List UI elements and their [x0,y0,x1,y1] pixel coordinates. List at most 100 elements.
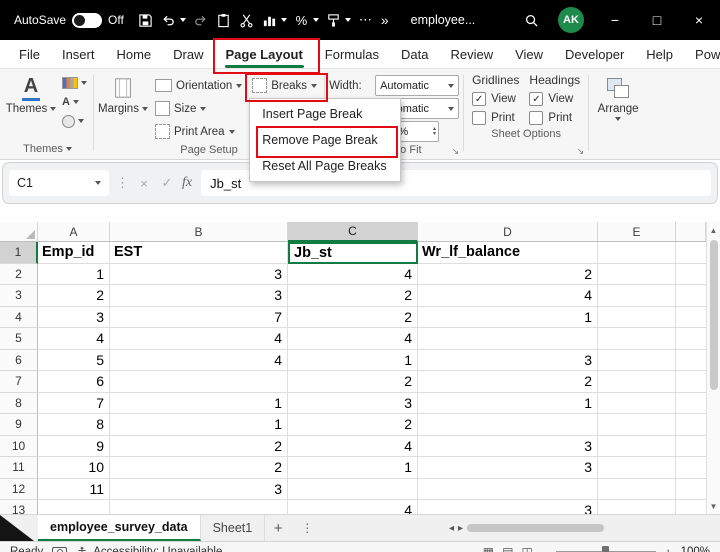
headings-view-checkbox[interactable]: ✓ View [529,91,580,107]
row-header-8[interactable]: 8 [0,392,38,414]
theme-colors-button[interactable] [60,75,89,91]
row-header-5[interactable]: 5 [0,328,38,350]
menu-item-remove-page-break[interactable]: Remove Page Break [250,127,400,153]
row-header-11[interactable]: 11 [0,457,38,479]
chart-icon[interactable] [258,7,281,33]
cell-E9[interactable] [598,414,676,436]
menu-item-insert-page-break[interactable]: Insert Page Break [250,101,400,127]
row-header-9[interactable]: 9 [0,414,38,436]
enter-icon[interactable]: ✓ [159,175,175,191]
cell-C3[interactable]: 2 [288,285,418,307]
maximize-button[interactable]: □ [636,0,678,40]
zoom-level[interactable]: 100% [680,546,710,552]
row-header-2[interactable]: 2 [0,263,38,285]
orientation-button[interactable]: Orientation [152,75,245,96]
cell-A7[interactable]: 6 [38,371,110,393]
headings-print-checkbox[interactable]: Print [529,110,580,126]
cell-D7[interactable]: 2 [418,371,598,393]
column-header-C[interactable]: C [288,222,418,242]
row-header-3[interactable]: 3 [0,285,38,307]
ribbon-tab-formulas[interactable]: Formulas [314,40,390,68]
width-dropdown[interactable]: Automatic [375,75,460,96]
row-header-10[interactable]: 10 [0,435,38,457]
autosave-switch[interactable] [72,12,103,28]
cell-D9[interactable] [418,414,598,436]
ribbon-tab-developer[interactable]: Developer [554,40,635,68]
cell-B2[interactable]: 3 [110,263,288,285]
cell-D11[interactable]: 3 [418,457,598,479]
menu-item-reset-all-page-breaks[interactable]: Reset All Page Breaks [250,153,400,179]
autosave-toggle[interactable]: AutoSave Off [14,12,124,28]
cell-D3[interactable]: 4 [418,285,598,307]
redo-icon[interactable] [189,7,212,33]
tab-overflow-icon[interactable]: ⋮ [301,515,313,541]
ribbon-tab-page-layout[interactable]: Page Layout [215,40,314,68]
cell-E2[interactable] [598,263,676,285]
cell-D4[interactable]: 1 [418,306,598,328]
cell-D1[interactable]: Wr_lf_balance [418,242,598,264]
cell-E4[interactable] [598,306,676,328]
breaks-button[interactable]: Breaks [249,75,320,96]
sheet-tab-sheet1[interactable]: Sheet1 [200,515,266,541]
select-all-corner[interactable] [0,222,38,242]
cell-D12[interactable] [418,478,598,500]
cell-B9[interactable]: 1 [110,414,288,436]
cell-C2[interactable]: 4 [288,263,418,285]
ribbon-tab-review[interactable]: Review [439,40,504,68]
cell-A11[interactable]: 10 [38,457,110,479]
chevron-down-icon[interactable] [344,18,351,22]
minimize-button[interactable]: − [594,0,636,40]
cell-B10[interactable]: 2 [110,435,288,457]
scroll-left-icon[interactable]: ◂ [449,523,454,534]
cell-E3[interactable] [598,285,676,307]
scroll-down-icon[interactable]: ▼ [710,498,718,514]
vertical-scrollbar[interactable]: ▲ ▼ [706,222,720,514]
cell-C4[interactable]: 2 [288,306,418,328]
cell-C6[interactable]: 1 [288,349,418,371]
cell-D2[interactable]: 2 [418,263,598,285]
cell-D8[interactable]: 1 [418,392,598,414]
more-commands-icon[interactable]: » [381,12,389,28]
cell-C12[interactable] [288,478,418,500]
ribbon-tab-insert[interactable]: Insert [51,40,106,68]
cell-B3[interactable]: 3 [110,285,288,307]
horizontal-scroll-thumb[interactable] [467,524,605,532]
cell-E7[interactable] [598,371,676,393]
horizontal-scrollbar[interactable]: ◂ ▸ [449,515,720,541]
cell-C11[interactable]: 1 [288,457,418,479]
cell-E12[interactable] [598,478,676,500]
cell-A12[interactable]: 11 [38,478,110,500]
column-header-A[interactable]: A [38,222,110,242]
cell-E11[interactable] [598,457,676,479]
column-header-B[interactable]: B [110,222,288,242]
themes-button[interactable]: A Themes [6,71,57,141]
more-commands-icon[interactable]: ⋯ [354,7,377,33]
scroll-up-icon[interactable]: ▲ [710,222,718,238]
page-layout-view-icon[interactable]: ▤ [502,545,513,552]
ribbon-tab-data[interactable]: Data [390,40,439,68]
cell-E6[interactable] [598,349,676,371]
cell-D5[interactable] [418,328,598,350]
cell-D10[interactable]: 3 [418,435,598,457]
cell-E1[interactable] [598,242,676,264]
new-sheet-button[interactable]: + [265,515,291,541]
row-header-12[interactable]: 12 [0,478,38,500]
margins-button[interactable]: Margins [98,71,148,142]
cell-A9[interactable]: 8 [38,414,110,436]
cell-A6[interactable]: 5 [38,349,110,371]
cell-A3[interactable]: 2 [38,285,110,307]
chevron-down-icon[interactable] [179,18,186,22]
cell-A13[interactable] [38,500,110,514]
clipboard-icon[interactable] [212,7,235,33]
size-button[interactable]: Size [152,98,245,119]
cell-C9[interactable]: 2 [288,414,418,436]
accessibility-status[interactable]: Accessibility: Unavailable [76,546,222,552]
scroll-right-icon[interactable]: ▸ [458,523,463,534]
cell-C1[interactable]: Jb_st [288,242,418,264]
row-header-6[interactable]: 6 [0,349,38,371]
theme-fonts-button[interactable]: A [60,94,89,110]
cell-A2[interactable]: 1 [38,263,110,285]
cell-A4[interactable]: 3 [38,306,110,328]
cell-B13[interactable] [110,500,288,514]
spin-down-icon[interactable]: ▾ [433,131,436,137]
